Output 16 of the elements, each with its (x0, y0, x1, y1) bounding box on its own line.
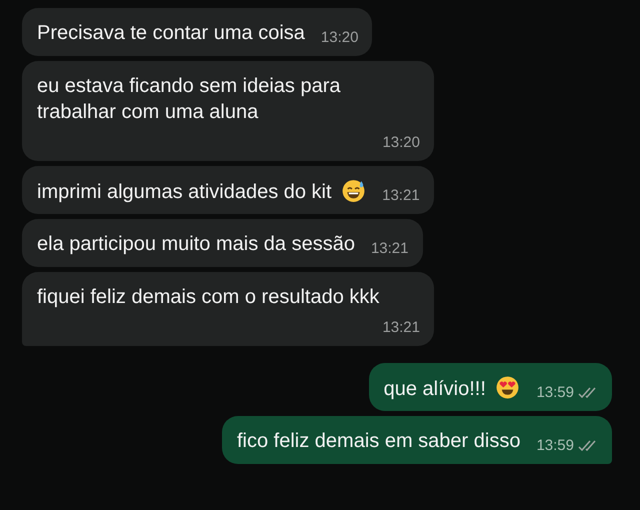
message-time: 13:20 (320, 28, 358, 48)
message-time: 13:21 (382, 318, 420, 338)
message-text: ela participou muito mais da sessão (37, 232, 355, 257)
message-time: 13:21 (382, 186, 420, 206)
message-time: 13:59 (536, 383, 574, 403)
message-text: fico feliz demais em saber disso (237, 429, 520, 454)
emoji-icon (495, 375, 520, 400)
message-time: 13:59 (536, 436, 574, 456)
message-text: fiquei feliz demais com o resultado kkk (37, 285, 380, 310)
message-time: 13:20 (382, 133, 420, 153)
message-text: eu estava ficando sem ideias para trabalhar com uma aluna (37, 74, 342, 125)
message-text: Precisava te contar uma coisa (37, 21, 305, 46)
message-text: que alívio!!! (384, 377, 486, 402)
emoji-icon (341, 178, 366, 203)
message-time: 13:21 (370, 239, 408, 259)
message-text: imprimi algumas atividades do kit (37, 180, 332, 205)
